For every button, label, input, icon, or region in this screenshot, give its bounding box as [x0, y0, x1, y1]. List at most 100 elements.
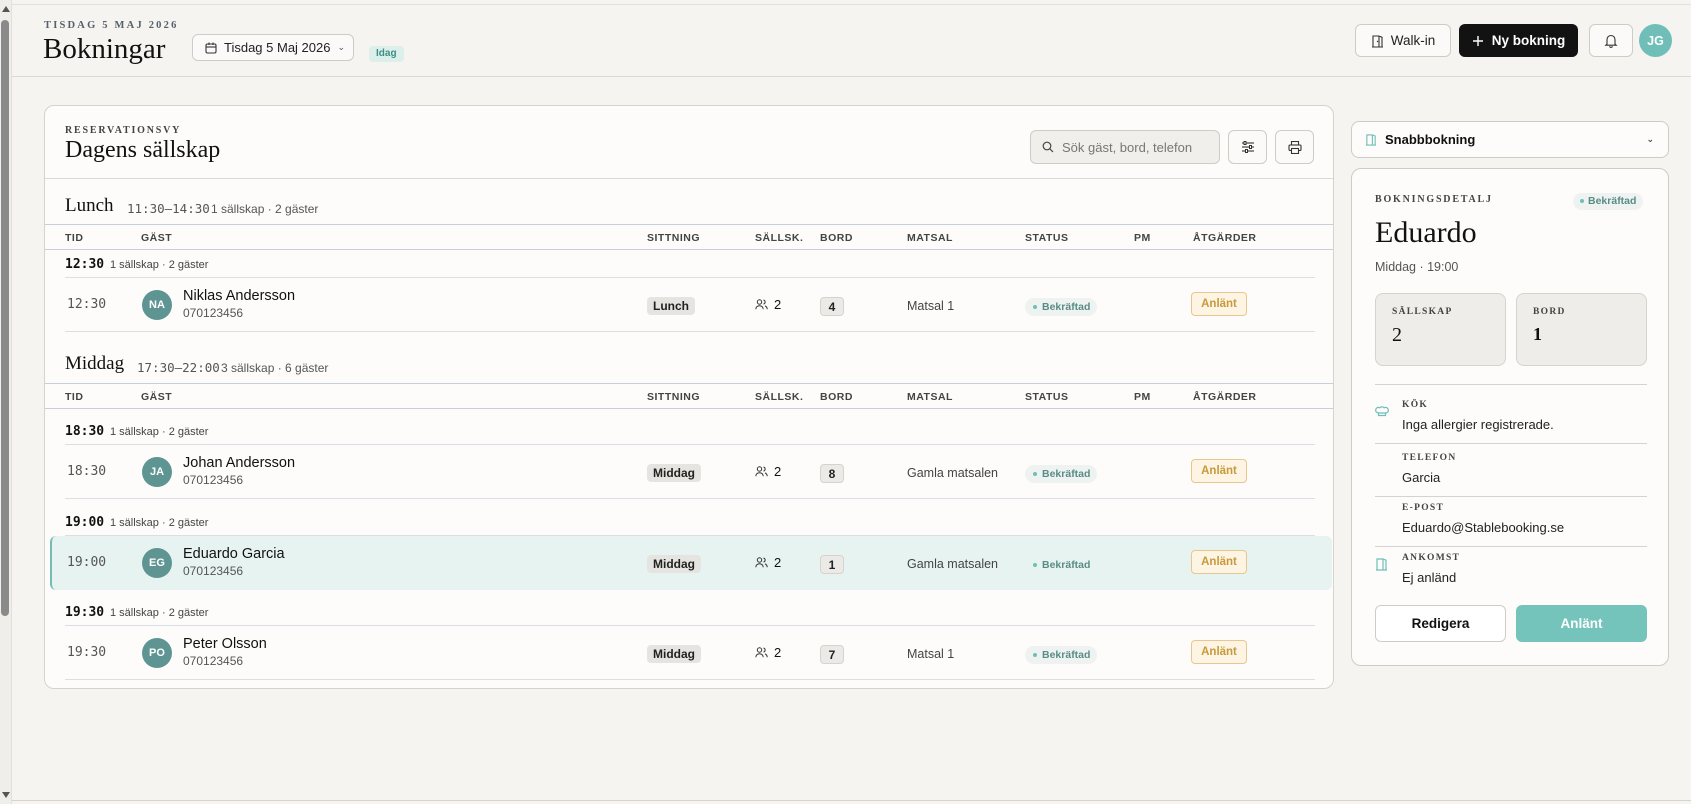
kitchen-label: KÖK: [1402, 400, 1429, 410]
arrival-value: Ej anländ: [1402, 570, 1457, 585]
arrived-button[interactable]: Anlänt: [1191, 292, 1247, 316]
email-value[interactable]: Eduardo@Stablebooking.se: [1402, 520, 1564, 535]
status-badge: Bekräftad: [1025, 298, 1098, 316]
page-header: TISDAG 5 MAJ 2026 Bokningar Tisdag 5 Maj…: [12, 5, 1691, 77]
phone-info: TELEFON Garcia: [1375, 453, 1647, 497]
date-picker-button[interactable]: Tisdag 5 Maj 2026 ⌄: [192, 34, 354, 61]
col-party: SÄLLSK.: [755, 391, 804, 403]
table-row-selected[interactable]: 19:00 EG Eduardo Garcia 070123456 Middag…: [50, 536, 1332, 590]
dining-room: Gamla matsalen: [907, 557, 999, 571]
arrived-button[interactable]: Anlänt: [1191, 459, 1247, 483]
arrived-button[interactable]: Anlänt: [1191, 550, 1247, 574]
group-head: 19:30 1 sällskap · 2 gäster: [65, 598, 1315, 626]
guest-phone: 070123456: [183, 473, 244, 487]
group-head: 18:30 1 sällskap · 2 gäster: [65, 417, 1315, 445]
guest-phone: 070123456: [183, 564, 244, 578]
card-divider: [45, 178, 1333, 179]
party-size-stat: SÄLLSKAP 2: [1375, 293, 1506, 366]
group-meta: 1 sällskap · 2 gäster: [110, 259, 209, 271]
filter-button[interactable]: [1228, 130, 1267, 164]
detail-subtitle: Middag · 19:00: [1375, 260, 1459, 274]
status-badge: Bekräftad: [1025, 465, 1098, 483]
party-size: 2: [755, 645, 781, 660]
card-eyebrow: RESERVATIONSVY: [65, 125, 182, 136]
guest-phone: 070123456: [183, 654, 244, 668]
scroll-up-arrow[interactable]: [2, 6, 10, 12]
table-row[interactable]: 12:30 NA Niklas Andersson 070123456 Lunc…: [65, 278, 1315, 332]
col-guest: GÄST: [141, 391, 173, 403]
guest-avatar: PO: [142, 638, 172, 668]
sliders-icon: [1241, 141, 1254, 153]
party-size-value: 2: [1392, 324, 1402, 346]
new-booking-button[interactable]: Ny bokning: [1459, 24, 1578, 57]
col-status: STATUS: [1025, 391, 1069, 403]
notifications-button[interactable]: [1589, 24, 1633, 57]
chevron-down-icon: ⌄: [337, 42, 346, 52]
section-hours-dinner: 17:30–22:00: [137, 360, 220, 375]
date-picker-label: Tisdag 5 Maj 2026: [224, 40, 331, 55]
sitting-badge: Middag: [647, 555, 701, 573]
table-label: BORD: [1533, 307, 1566, 317]
users-icon: [755, 647, 768, 658]
door-icon: [1365, 134, 1377, 146]
group-head: 19:00 1 sällskap · 2 gäster: [65, 508, 1315, 536]
guest-name[interactable]: Eduardo Garcia: [183, 546, 285, 562]
guest-avatar: JA: [142, 457, 172, 487]
table-number: 1: [820, 555, 844, 574]
search-icon: [1042, 141, 1054, 153]
dining-room: Gamla matsalen: [907, 466, 999, 480]
table-number: 8: [820, 464, 844, 483]
guest-name[interactable]: Johan Andersson: [183, 455, 295, 471]
users-icon: [755, 466, 768, 477]
print-button[interactable]: [1275, 130, 1314, 164]
group-time: 12:30: [65, 257, 105, 272]
sitting-badge: Middag: [647, 645, 701, 663]
quick-booking-label: Snabbbokning: [1385, 132, 1476, 147]
search-input[interactable]: Sök gäst, bord, telefon: [1030, 130, 1220, 164]
new-booking-label: Ny bokning: [1491, 33, 1566, 48]
table-number: 4: [820, 297, 844, 316]
printer-icon: [1287, 140, 1302, 154]
col-notes: PM: [1134, 391, 1151, 403]
sitting-badge: Lunch: [647, 297, 695, 315]
kitchen-info: KÖK Inga allergier registrerade.: [1375, 400, 1647, 444]
vertical-scrollbar[interactable]: [0, 0, 12, 804]
scroll-down-arrow[interactable]: [2, 792, 10, 798]
status-badge: Bekräftad: [1025, 646, 1098, 664]
guest-name[interactable]: Peter Olsson: [183, 636, 267, 652]
col-actions: ÅTGÄRDER: [1193, 232, 1257, 244]
arrival-label: ANKOMST: [1402, 553, 1461, 563]
bottom-divider: [12, 800, 1691, 801]
col-status: STATUS: [1025, 232, 1069, 244]
arrived-button[interactable]: Anlänt: [1191, 640, 1247, 664]
quick-booking-dropdown[interactable]: Snabbbokning ⌄: [1351, 121, 1669, 158]
row-time: 19:30: [67, 645, 107, 660]
scroll-thumb[interactable]: [1, 20, 9, 616]
detail-divider: [1375, 384, 1647, 385]
party-size: 2: [755, 464, 781, 479]
today-badge: Idag: [369, 46, 404, 62]
table-row[interactable]: 18:30 JA Johan Andersson 070123456 Midda…: [65, 445, 1315, 499]
guest-name[interactable]: Niklas Andersson: [183, 288, 295, 304]
door-icon: [1376, 558, 1387, 571]
section-meta-dinner: 3 sällskap · 6 gäster: [221, 361, 329, 375]
kitchen-value: Inga allergier registrerade.: [1402, 417, 1554, 432]
col-party: SÄLLSK.: [755, 232, 804, 244]
guest-avatar: EG: [142, 548, 172, 578]
section-title-lunch: Lunch: [65, 195, 114, 216]
col-time: TID: [65, 391, 84, 403]
walk-in-button[interactable]: Walk-in: [1355, 24, 1451, 57]
row-time: 18:30: [67, 464, 107, 479]
user-avatar[interactable]: JG: [1639, 24, 1672, 57]
party-size-label: SÄLLSKAP: [1392, 307, 1453, 317]
booking-detail-panel: BOKNINGSDETALJ Bekräftad Eduardo Middag …: [1351, 168, 1669, 666]
col-table: BORD: [820, 391, 853, 403]
header-date-eyebrow: TISDAG 5 MAJ 2026: [44, 20, 179, 31]
table-row[interactable]: 19:30 PO Peter Olsson 070123456 Middag 2…: [65, 626, 1315, 680]
edit-button[interactable]: Redigera: [1375, 605, 1506, 642]
party-size: 2: [755, 555, 781, 570]
col-room: MATSAL: [907, 232, 953, 244]
email-info: E-POST Eduardo@Stablebooking.se: [1375, 503, 1647, 547]
guest-phone: 070123456: [183, 306, 244, 320]
mark-arrived-button[interactable]: Anlänt: [1516, 605, 1647, 642]
